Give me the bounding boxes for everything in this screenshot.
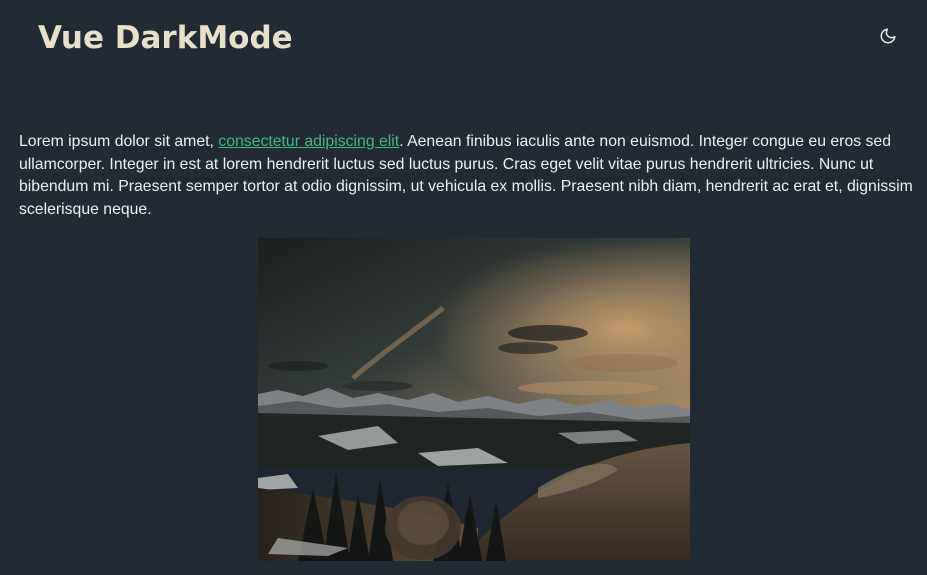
moon-icon [879,27,897,45]
inline-link[interactable]: consectetur adipiscing elit [218,133,399,150]
theme-toggle-button[interactable] [876,24,900,48]
page-title: Vue DarkMode [38,20,293,56]
main-content: Lorem ipsum dolor sit amet, consectetur … [19,131,925,221]
article-paragraph: Lorem ipsum dolor sit amet, consectetur … [19,131,925,221]
app-root: Vue DarkMode Lorem ipsum dolor sit amet,… [0,0,927,575]
paragraph-text-start: Lorem ipsum dolor sit amet, [19,133,219,150]
top-bar: Vue DarkMode [0,0,927,80]
landscape-photo [258,238,690,561]
